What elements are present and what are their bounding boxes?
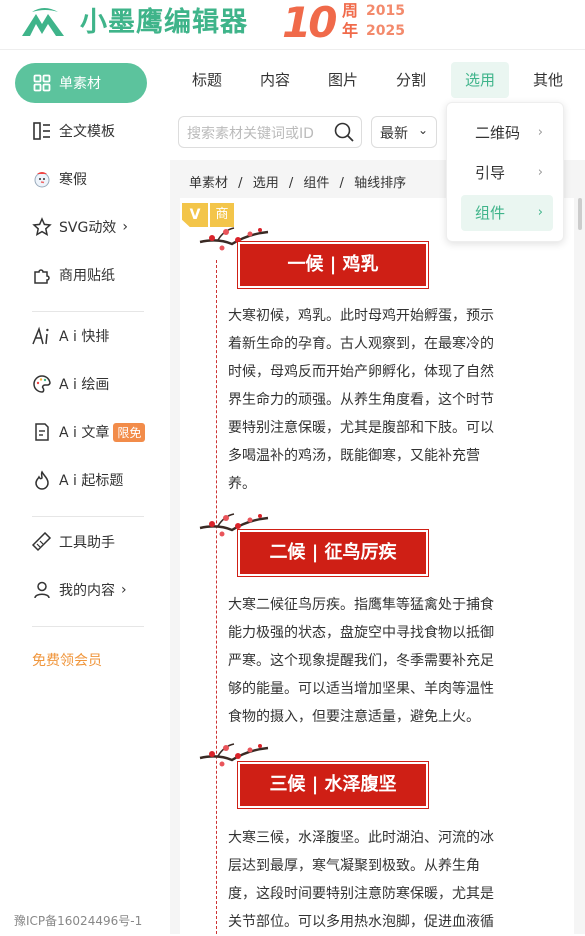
tab-image[interactable]: 图片: [320, 62, 366, 98]
sidebar-item-label: SVG动效: [59, 220, 117, 236]
star-icon: [31, 216, 53, 238]
palette-icon: [31, 373, 53, 395]
user-icon: [31, 579, 53, 601]
chevron-right-icon: ›: [122, 219, 128, 235]
chevron-right-icon: ›: [121, 582, 127, 598]
document-icon: [31, 421, 53, 443]
sort-label: 最新: [380, 126, 408, 142]
sidebar-item-single-material[interactable]: 单素材: [15, 63, 147, 103]
free-vip-link[interactable]: 免费领会员: [32, 650, 102, 670]
scrollbar[interactable]: [578, 198, 582, 230]
icp-record[interactable]: 豫ICP备16024496号-1: [14, 912, 142, 929]
sidebar: 单素材 全文模板 寒假 SVG动效 › 商用贴纸 A i 快排 A i 绘画 A…: [0, 50, 170, 934]
sidebar-item-ai-drawing[interactable]: A i 绘画: [15, 364, 147, 404]
breadcrumb-separator: /: [238, 176, 243, 191]
ai-icon: [31, 325, 53, 347]
sidebar-item-label: A i 绘画: [59, 377, 110, 393]
sidebar-item-label: A i 快排: [59, 329, 110, 345]
anniversary-number: 10: [282, 0, 337, 47]
search-icon[interactable]: [333, 121, 355, 143]
sidebar-item-ai-article[interactable]: A i 文章 限免: [15, 412, 147, 452]
sidebar-divider: [32, 311, 144, 312]
sidebar-divider: [32, 516, 144, 517]
sidebar-item-label: 单素材: [59, 76, 101, 92]
flame-icon: [31, 469, 53, 491]
anniversary-year-start: 2015: [366, 3, 405, 19]
sort-select[interactable]: 最新 ⌄: [371, 116, 437, 148]
section-paragraph: 大寒二候征鸟厉疾。指鹰隼等猛禽处于捕食 能力极强的状态，盘旋空中寻找食物以抵御 …: [228, 597, 494, 725]
snowman-icon: [31, 168, 53, 190]
grid-icon: [31, 72, 53, 94]
chevron-right-icon: ›: [537, 125, 543, 140]
sidebar-item-label: 寒假: [59, 172, 87, 188]
sidebar-item-label: A i 文章: [59, 425, 110, 441]
sidebar-item-label: A i 起标题: [59, 473, 124, 489]
tab-select[interactable]: 选用: [451, 62, 509, 98]
top-header: 小墨鹰编辑器 10 周 年 2015 2025: [0, 0, 585, 50]
breadcrumb-item[interactable]: 组件: [303, 176, 329, 191]
free-badge: 限免: [113, 422, 146, 442]
sidebar-divider: [32, 626, 144, 627]
breadcrumb-item: 轴线排序: [354, 176, 407, 191]
sidebar-item-commercial-stickers[interactable]: 商用贴纸: [15, 255, 147, 295]
section-paragraph: 大寒初候，鸡乳。此时母鸡开始孵蛋，预示 着新生命的孕育。古人观察到，在最寒冷的 …: [228, 308, 494, 492]
tab-other[interactable]: 其他: [525, 62, 571, 98]
category-tabs: 标题 内容 图片 分割 选用 其他: [170, 62, 585, 98]
tab-title[interactable]: 标题: [184, 62, 230, 98]
sidebar-item-my-content[interactable]: 我的内容 ›: [15, 570, 147, 610]
tab-content[interactable]: 内容: [252, 62, 298, 98]
template-icon: [31, 120, 53, 142]
breadcrumb: 单素材 / 选用 / 组件 / 轴线排序: [189, 172, 412, 191]
sidebar-item-label: 我的内容: [59, 583, 115, 599]
sidebar-item-full-template[interactable]: 全文模板: [15, 111, 147, 151]
timeline-axis: [216, 260, 217, 934]
breadcrumb-separator: /: [288, 176, 294, 191]
chevron-right-icon: ›: [537, 205, 543, 220]
submenu-item-component[interactable]: 组件 ›: [461, 195, 553, 231]
logo-text[interactable]: 小墨鹰编辑器: [80, 6, 248, 40]
puzzle-icon: [31, 264, 53, 286]
sidebar-item-ai-title[interactable]: A i 起标题: [15, 460, 147, 500]
section-title: 一候 | 鸡乳: [237, 241, 429, 289]
sidebar-item-winter-break[interactable]: 寒假: [15, 159, 147, 199]
sidebar-item-label: 全文模板: [59, 124, 115, 140]
chevron-right-icon: ›: [537, 165, 543, 180]
submenu-item-guide[interactable]: 引导 ›: [461, 155, 553, 191]
sidebar-item-svg-effects[interactable]: SVG动效 ›: [15, 207, 147, 247]
section-title: 二候 | 征鸟厉疾: [237, 529, 429, 577]
chevron-down-icon: ⌄: [418, 123, 429, 137]
anniversary-char-2: 年: [342, 21, 359, 40]
tab-divider[interactable]: 分割: [388, 62, 434, 98]
breadcrumb-item[interactable]: 选用: [253, 176, 279, 191]
eagle-logo-icon[interactable]: [18, 6, 68, 42]
section-paragraph: 大寒三候，水泽腹坚。此时湖泊、河流的冰 层达到最厚，寒气凝聚到极致。从养生角 度…: [228, 830, 494, 930]
anniversary-char-1: 周: [342, 1, 359, 20]
select-submenu: 二维码 › 引导 › 组件 ›: [446, 102, 564, 242]
anniversary-year-end: 2025: [366, 23, 405, 39]
breadcrumb-item[interactable]: 单素材: [189, 176, 228, 191]
sidebar-item-tools[interactable]: 工具助手: [15, 522, 147, 562]
sidebar-item-label: 商用贴纸: [59, 268, 115, 284]
submenu-item-qrcode[interactable]: 二维码 ›: [461, 115, 553, 151]
section-title: 三候 | 水泽腹坚: [237, 761, 429, 809]
sidebar-item-ai-layout[interactable]: A i 快排: [15, 316, 147, 356]
search-placeholder: 搜索素材关键词或ID: [187, 126, 314, 142]
sidebar-item-label: 工具助手: [59, 535, 115, 551]
tool-icon: [31, 531, 53, 553]
search-input[interactable]: 搜索素材关键词或ID: [178, 116, 362, 148]
breadcrumb-separator: /: [339, 176, 344, 191]
